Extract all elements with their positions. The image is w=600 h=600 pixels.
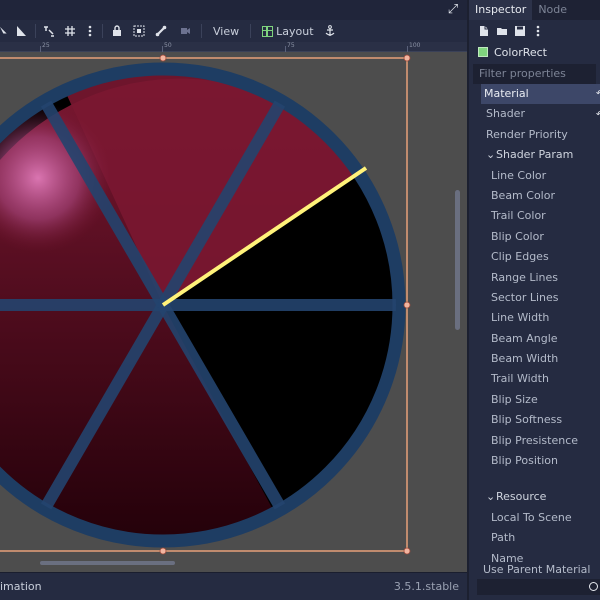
- property-blip-softness[interactable]: Blip Softness: [481, 410, 600, 430]
- new-resource-icon[interactable]: [478, 25, 490, 37]
- more-options-icon[interactable]: [532, 25, 544, 37]
- property-use-parent-material[interactable]: Use Parent Material: [483, 563, 590, 576]
- property-beam-angle[interactable]: Beam Angle: [481, 329, 600, 349]
- distraction-free-toggle-icon[interactable]: ⤢: [446, 3, 460, 17]
- radar-scene: [0, 54, 411, 555]
- inspector-tabs: Inspector Node: [469, 0, 600, 20]
- colorrect-node-icon: [478, 47, 488, 57]
- property-shader[interactable]: Shader: [481, 104, 600, 124]
- bottom-panel-bar: imation 3.5.1.stable: [0, 572, 467, 600]
- radio-toggle-icon[interactable]: [589, 582, 598, 591]
- ruler-label: 75: [287, 42, 295, 49]
- property-line-color[interactable]: Line Color: [481, 166, 600, 186]
- property-blip-presistence[interactable]: Blip Presistence: [481, 431, 600, 451]
- horizontal-ruler[interactable]: 25 50 75 100: [0, 42, 467, 52]
- property-blip-position[interactable]: Blip Position: [481, 451, 600, 471]
- chevron-down-icon: ⌄: [486, 490, 496, 504]
- canvas-toolbar: View Layout: [0, 20, 467, 42]
- viewport-vertical-scrollbar[interactable]: [455, 190, 460, 330]
- resize-handle-right[interactable]: [403, 301, 411, 309]
- toolbar-separator: [35, 24, 36, 38]
- section-resource-label: Resource: [496, 490, 547, 504]
- resize-handle-top[interactable]: [159, 54, 167, 62]
- toolbar-separator: [250, 24, 252, 38]
- 2d-viewport[interactable]: [0, 52, 467, 572]
- chevron-down-icon: ⌄: [486, 148, 496, 162]
- view-menu[interactable]: View: [205, 20, 247, 42]
- layout-grid-icon: [262, 25, 274, 37]
- select-mode-icon[interactable]: [0, 20, 10, 42]
- inspector-toolbar: [469, 20, 600, 42]
- toolbar-separator: [201, 24, 202, 38]
- save-icon[interactable]: [514, 25, 526, 37]
- resize-handle-bottom-right[interactable]: [403, 547, 411, 555]
- property-blip-color[interactable]: Blip Color: [481, 227, 600, 247]
- property-render-priority[interactable]: Render Priority: [481, 125, 600, 145]
- property-beam-color[interactable]: Beam Color: [481, 186, 600, 206]
- property-path[interactable]: Path: [481, 528, 600, 548]
- tab-inspector[interactable]: Inspector: [469, 0, 533, 20]
- layout-menu-label: Layout: [276, 24, 314, 38]
- filter-properties-input[interactable]: Filter properties: [473, 64, 596, 84]
- property-sector-lines[interactable]: Sector Lines: [481, 288, 600, 308]
- use-parent-material-toggle-row[interactable]: [477, 579, 600, 595]
- smart-snap-icon[interactable]: [39, 20, 59, 42]
- property-beam-width[interactable]: Beam Width: [481, 349, 600, 369]
- inspector-dock: Inspector Node ColorRect Filter properti…: [467, 0, 600, 600]
- property-local-to-scene[interactable]: Local To Scene: [481, 508, 600, 528]
- property-line-width[interactable]: Line Width: [481, 308, 600, 328]
- layout-menu[interactable]: Layout: [254, 20, 321, 42]
- camera-override-icon[interactable]: [172, 20, 198, 42]
- property-clip-edges[interactable]: Clip Edges: [481, 247, 600, 267]
- inspected-object-row[interactable]: ColorRect: [469, 42, 600, 62]
- viewport-horizontal-scrollbar[interactable]: [40, 561, 175, 565]
- toolbar-separator: [102, 24, 103, 38]
- section-shader-param-label: Shader Param: [496, 148, 574, 162]
- animation-tab[interactable]: imation: [0, 580, 42, 593]
- more-options-icon[interactable]: [81, 20, 99, 42]
- property-list: Material Shader Render Priority ⌄Shader …: [481, 84, 600, 569]
- tab-node[interactable]: Node: [532, 0, 573, 20]
- property-trail-color[interactable]: Trail Color: [481, 206, 600, 226]
- lock-icon[interactable]: [106, 20, 128, 42]
- group-icon[interactable]: [128, 20, 150, 42]
- ruler-label: 100: [409, 42, 421, 49]
- anchor-icon[interactable]: [322, 20, 338, 42]
- property-material[interactable]: Material: [481, 84, 600, 105]
- section-resource[interactable]: ⌄Resource: [481, 487, 600, 507]
- inspected-object-name: ColorRect: [494, 45, 547, 59]
- property-range-lines[interactable]: Range Lines: [481, 268, 600, 288]
- grid-snap-icon[interactable]: [59, 20, 81, 42]
- resize-handle-bottom[interactable]: [159, 547, 167, 555]
- ruler-label: 50: [164, 42, 172, 49]
- ruler-label: 25: [42, 42, 50, 49]
- material-resource-picker-icon[interactable]: ↶: [596, 89, 600, 99]
- version-label: 3.5.1.stable: [393, 580, 459, 593]
- property-trail-width[interactable]: Trail Width: [481, 369, 600, 389]
- shader-resource-picker-icon[interactable]: ↶: [596, 110, 600, 120]
- property-blip-size[interactable]: Blip Size: [481, 390, 600, 410]
- section-shader-param[interactable]: ⌄Shader Param: [481, 145, 600, 165]
- skeleton-bone-icon[interactable]: [150, 20, 172, 42]
- resize-handle-top-right[interactable]: [403, 54, 411, 62]
- ruler-mode-icon[interactable]: [10, 20, 32, 42]
- open-folder-icon[interactable]: [496, 25, 508, 37]
- editor-top-strip: [0, 0, 467, 20]
